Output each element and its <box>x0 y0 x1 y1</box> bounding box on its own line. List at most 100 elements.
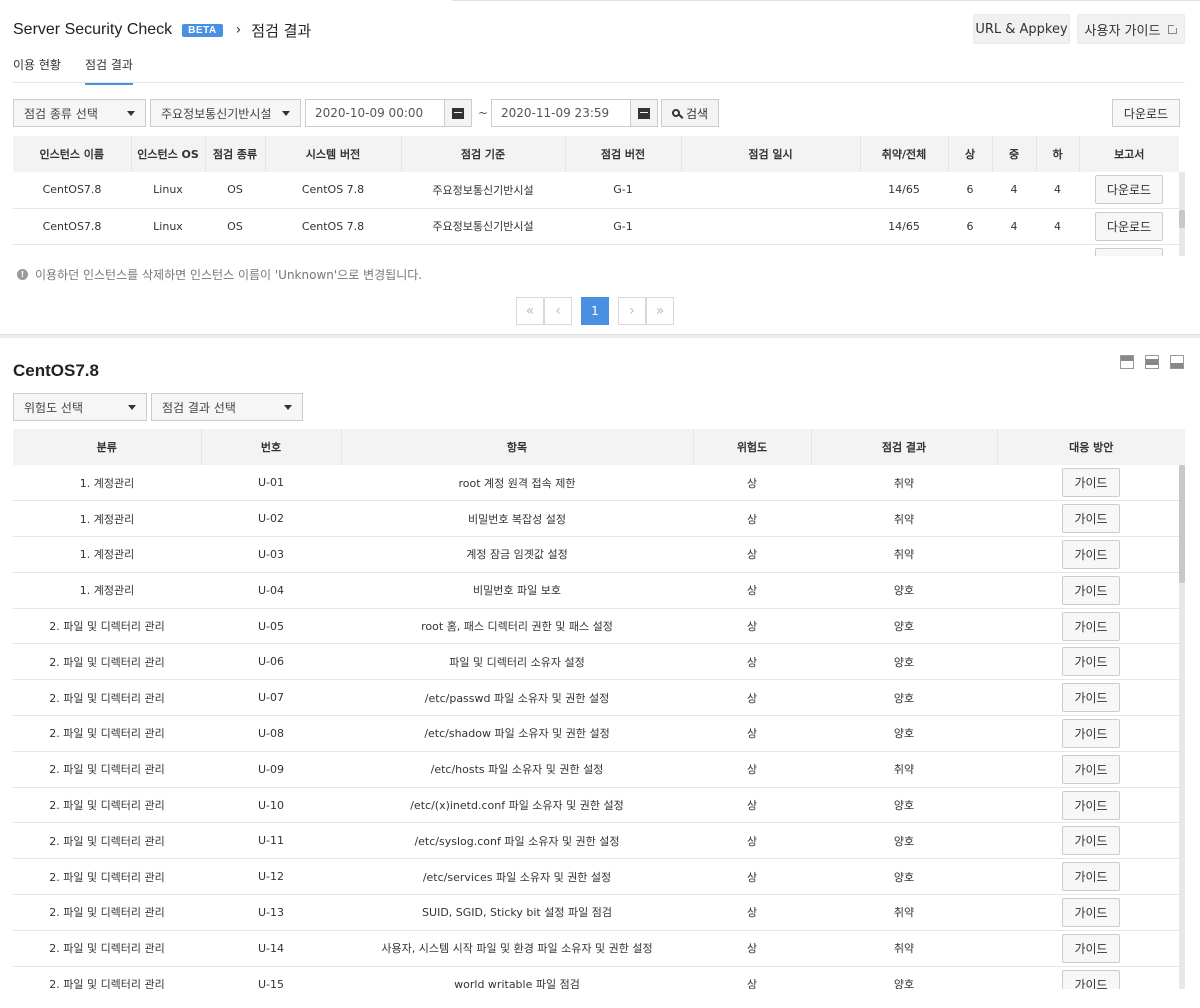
guide-button[interactable]: 가이드 <box>1062 683 1120 713</box>
instance-table-container[interactable]: 인스턴스 이름 인스턴스 OS 점검 종류 시스템 버전 점검 기준 점검 버전 점검 일시… <box>13 136 1185 256</box>
result-cell-action: 가이드 <box>997 966 1185 989</box>
page-last-button[interactable]: » <box>646 297 674 325</box>
report-download-button[interactable]: 다운로드 <box>1094 247 1164 256</box>
guide-button[interactable]: 가이드 <box>1062 897 1120 927</box>
report-download-button[interactable]: 다운로드 <box>1094 175 1164 205</box>
guide-button[interactable]: 가이드 <box>1062 826 1120 856</box>
result-cell-result: 양호 <box>811 572 997 609</box>
result-row[interactable]: 2. 파일 및 디렉터리 관리 U-11/etc/syslog.conf 파일 소… <box>13 822 1185 860</box>
result-row[interactable]: 2. 파일 및 디렉터리 관리 U-14 사용자, 시스템 시작 파일 및 환경 파… <box>13 930 1185 967</box>
instance-row[interactable]: CentOS7.8 Linux OS CentOS 7.8 주요정보통신기반시설 G-1 1… <box>13 172 1179 209</box>
instance-cell-sysver: CentOS 7.8 <box>265 172 401 209</box>
result-select[interactable]: 점검 결과 선택 <box>151 393 303 421</box>
calendar-to-button[interactable] <box>630 99 658 127</box>
result-cell-cat: 2. 파일 및 디렉터리 관리 <box>13 894 201 931</box>
instance-cell <box>131 244 205 256</box>
pagination: « ‹ 1 › » <box>516 297 674 325</box>
instance-row[interactable]: 다운로드 <box>13 244 1179 256</box>
external-link-icon <box>1168 22 1180 34</box>
guide-button[interactable]: 가이드 <box>1062 754 1120 784</box>
guide-button[interactable]: 가이드 <box>1062 969 1120 989</box>
page-next-button[interactable]: › <box>618 297 646 325</box>
instance-cell-os: Linux <box>131 208 205 245</box>
tab-usage[interactable]: 이용 현황 <box>13 56 61 85</box>
result-cell-cat: 1. 계정관리 <box>13 572 201 609</box>
guide-button[interactable]: 가이드 <box>1062 647 1120 677</box>
instance-scrollbar-thumb[interactable] <box>1179 210 1185 228</box>
tab-results[interactable]: 점검 결과 <box>84 56 133 85</box>
result-cell-no: U-01 <box>201 465 341 502</box>
page-1-button[interactable]: 1 <box>581 297 609 325</box>
caret-down-icon <box>282 111 290 116</box>
result-table-container[interactable]: 분류 번호 항목 위험도 점검 결과 대응 방안 1. 계정관리 U-01 root 계정 원… <box>13 429 1185 989</box>
result-row[interactable]: 2. 파일 및 디렉터리 관리 U-15 world writable 파일 점검 상… <box>13 966 1185 989</box>
date-to-input[interactable]: 2020-11-09 23:59 <box>491 99 631 127</box>
instance-row[interactable]: CentOS7.8 Linux OS CentOS 7.8 주요정보통신기반시설 G-1 1… <box>13 208 1179 245</box>
date-from-input[interactable]: 2020-10-09 00:00 <box>305 99 445 127</box>
result-cell-result: 취약 <box>811 465 997 502</box>
result-cell-action: 가이드 <box>997 751 1185 788</box>
guide-button[interactable]: 가이드 <box>1062 468 1120 498</box>
url-appkey-label: URL & Appkey <box>975 21 1068 37</box>
app-title[interactable]: Server Security Check <box>13 21 172 39</box>
result-cell-action: 가이드 <box>997 536 1185 573</box>
guide-button[interactable]: 가이드 <box>1062 790 1120 820</box>
search-button[interactable]: 검색 <box>661 99 719 127</box>
result-cell-cat: 2. 파일 및 디렉터리 관리 <box>13 858 201 896</box>
result-scrollbar-thumb[interactable] <box>1179 465 1185 583</box>
guide-button[interactable]: 가이드 <box>1062 575 1120 605</box>
result-row[interactable]: 2. 파일 및 디렉터리 관리 U-12/etc/services 파일 소유자 … <box>13 858 1185 896</box>
calendar-from-button[interactable] <box>444 99 472 127</box>
result-row[interactable]: 2. 파일 및 디렉터리 관리 U-10/etc/(x)inetd.conf 파일… <box>13 787 1185 824</box>
result-cell-item: /etc/services 파일 소유자 및 권한 설정 <box>341 858 693 896</box>
instance-cell-ver: G-1 <box>565 172 681 209</box>
url-appkey-button[interactable]: URL & Appkey <box>973 14 1070 44</box>
result-row[interactable]: 2. 파일 및 디렉터리 관리 U-05 root 홈, 패스 디렉터리 권한 및 … <box>13 608 1185 645</box>
instance-col-header: 시스템 버전 <box>265 136 402 172</box>
instance-cell-sysver: CentOS 7.8 <box>265 208 401 245</box>
download-button[interactable]: 다운로드 <box>1112 99 1180 127</box>
guide-button[interactable]: 가이드 <box>1062 504 1120 534</box>
report-download-button[interactable]: 다운로드 <box>1094 211 1164 241</box>
guide-button[interactable]: 가이드 <box>1062 718 1120 748</box>
instance-cell-type: OS <box>205 172 265 209</box>
instance-col-header: 인스턴스 OS <box>131 136 206 172</box>
result-col-header: 번호 <box>201 429 342 465</box>
instance-cell-name: CentOS7.8 <box>13 172 131 209</box>
result-row[interactable]: 2. 파일 및 디렉터리 관리 U-08/etc/shadow 파일 소유자 및 … <box>13 715 1185 752</box>
instance-cell-ver: G-1 <box>565 208 681 245</box>
result-row[interactable]: 2. 파일 및 디렉터리 관리 U-07/etc/passwd 파일 소유자 및 … <box>13 679 1185 717</box>
result-row[interactable]: 1. 계정관리 U-02 비밀번호 복잡성 설정 상 취약 가이드 <box>13 500 1185 538</box>
result-row[interactable]: 2. 파일 및 디렉터리 관리 U-09/etc/hosts 파일 소유자 및 권… <box>13 751 1185 788</box>
guide-button[interactable]: 가이드 <box>1062 862 1120 892</box>
result-cell-item: /etc/shadow 파일 소유자 및 권한 설정 <box>341 715 693 752</box>
section-divider[interactable] <box>0 334 1200 338</box>
page-prev-button[interactable]: ‹ <box>544 297 572 325</box>
result-cell-cat: 2. 파일 및 디렉터리 관리 <box>13 679 201 717</box>
layout-middle-icon[interactable] <box>1145 355 1159 369</box>
guide-button[interactable]: 가이드 <box>1062 611 1120 641</box>
result-row[interactable]: 1. 계정관리 U-01 root 계정 원격 접속 제한 상 취약 가이드 <box>13 465 1185 502</box>
risk-select[interactable]: 위험도 선택 <box>13 393 147 421</box>
calendar-icon <box>452 107 464 119</box>
user-guide-button[interactable]: 사용자 가이드 <box>1077 14 1185 44</box>
standard-select[interactable]: 주요정보통신기반시설 <box>150 99 301 127</box>
result-table: 분류 번호 항목 위험도 점검 결과 대응 방안 1. 계정관리 U-01 root 계정 원… <box>13 429 1185 989</box>
result-row[interactable]: 2. 파일 및 디렉터리 관리 U-06 파일 및 디렉터리 소유자 설정 상 양호 가이… <box>13 643 1185 681</box>
result-cell-risk: 상 <box>693 787 811 824</box>
result-cell-result: 양호 <box>811 715 997 752</box>
result-row[interactable]: 1. 계정관리 U-03 계정 잠금 임곗값 설정 상 취약 가이드 <box>13 536 1185 573</box>
layout-bottom-icon[interactable] <box>1170 355 1184 369</box>
result-cell-action: 가이드 <box>997 465 1185 502</box>
page-first-button[interactable]: « <box>516 297 544 325</box>
result-cell-result: 양호 <box>811 966 997 989</box>
result-cell-risk: 상 <box>693 930 811 967</box>
check-type-select[interactable]: 점검 종류 선택 <box>13 99 146 127</box>
guide-button[interactable]: 가이드 <box>1062 933 1120 963</box>
result-cell-risk: 상 <box>693 536 811 573</box>
result-cell-no: U-11 <box>201 822 341 860</box>
layout-top-icon[interactable] <box>1120 355 1134 369</box>
result-row[interactable]: 2. 파일 및 디렉터리 관리 U-13 SUID, SGID, Sticky bi… <box>13 894 1185 931</box>
result-row[interactable]: 1. 계정관리 U-04 비밀번호 파일 보호 상 양호 가이드 <box>13 572 1185 609</box>
guide-button[interactable]: 가이드 <box>1062 539 1120 569</box>
